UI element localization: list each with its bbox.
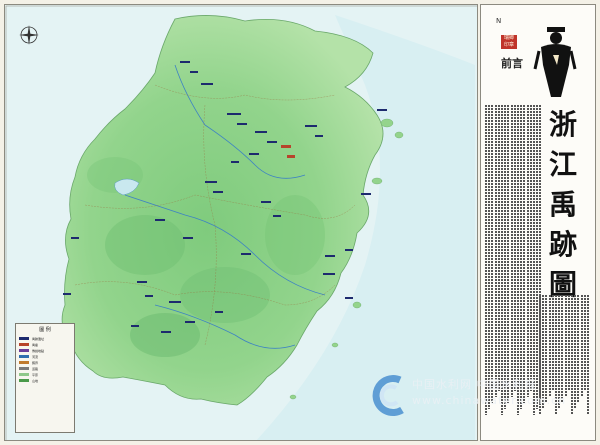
preface-heading: 前言 — [501, 57, 523, 70]
text-column — [501, 105, 503, 415]
legend-item: 山地 — [19, 378, 71, 383]
text-column — [517, 105, 519, 415]
text-column — [491, 105, 494, 403]
legend-item: 縣界 — [19, 360, 71, 365]
seal-stamp: 瑞卿 印章 — [501, 35, 517, 49]
text-column — [529, 105, 532, 391]
text-column — [497, 105, 500, 391]
text-column — [504, 105, 507, 409]
text-column — [494, 105, 497, 397]
watermark-text-cn: 中国水利网 中国水利报 — [412, 378, 537, 391]
text-column — [536, 105, 539, 409]
legend-item: 傳說地點 — [19, 348, 71, 353]
text-column — [507, 105, 510, 403]
text-column — [580, 295, 583, 397]
legend-item: 平原 — [19, 372, 71, 377]
watermark-logo-icon — [372, 375, 404, 417]
text-column — [571, 295, 573, 415]
text-column — [513, 105, 516, 391]
text-column — [523, 105, 526, 403]
text-column — [485, 105, 487, 415]
legend-title: 圖 例 — [39, 327, 51, 333]
text-column — [577, 295, 580, 403]
map-title: 浙江禹跡圖 — [548, 108, 577, 301]
text-column — [583, 295, 586, 391]
legend-item: 道路 — [19, 366, 71, 371]
legend-item: 禹跡遺址 — [19, 336, 71, 341]
watermark: 中国水利网 中国水利报 www.chinawater.com.cn — [368, 372, 568, 422]
text-column — [567, 295, 570, 391]
text-column — [488, 105, 491, 409]
text-column — [510, 105, 513, 397]
text-column — [533, 105, 535, 415]
north-mark: N — [496, 17, 502, 25]
compass-rose-icon — [17, 23, 41, 47]
legend-item: 禹廟 — [19, 342, 71, 347]
text-column — [526, 105, 529, 397]
text-column — [574, 295, 577, 409]
text-column — [587, 295, 589, 415]
legend-item: 河流 — [19, 354, 71, 359]
map-legend: 圖 例 禹跡遺址 禹廟 傳說地點 河流 縣界 道路 平原 山地 — [15, 323, 75, 433]
yu-figure-icon — [533, 25, 577, 99]
text-column — [520, 105, 523, 409]
map-poster: 圖 例 禹跡遺址 禹廟 傳說地點 河流 縣界 道路 平原 山地 N 瑞卿 印章 前… — [0, 0, 600, 445]
watermark-url: www.chinawater.com.cn — [412, 394, 567, 407]
